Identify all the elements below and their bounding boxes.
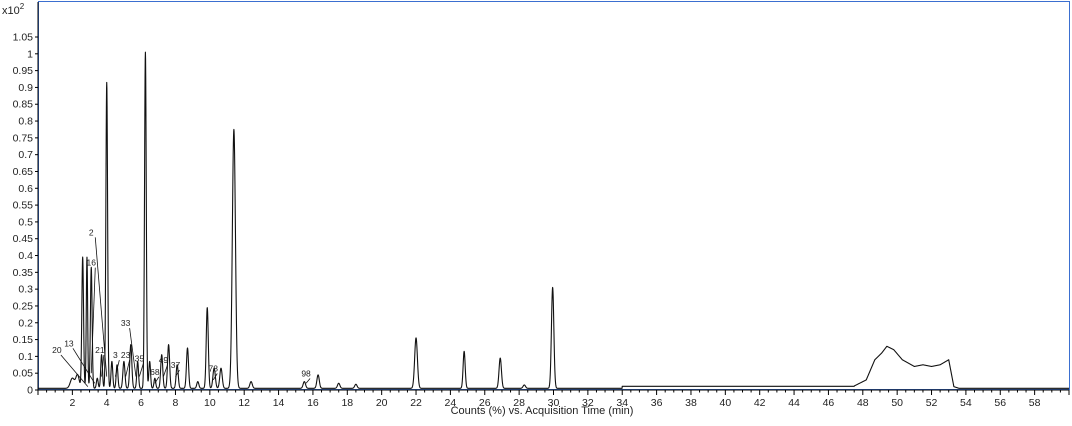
peak-label: 13	[64, 338, 74, 348]
x-tick-label: 40	[719, 397, 731, 409]
y-tick-label: 0.1	[18, 351, 33, 363]
y-tick-label: 0.05	[13, 368, 34, 380]
x-tick-label: 52	[926, 397, 938, 409]
y-tick-label: 1	[27, 48, 33, 60]
y-tick-label: 0.75	[13, 132, 34, 144]
x-tick-label: 42	[754, 397, 766, 409]
peak-label: 21	[95, 345, 105, 355]
y-axis: 0 0.05 0.1 0.15 0.2 0.25 0.3 0.35 0.4 0.45 0.5 0.55…	[13, 2, 39, 397]
x-tick-label: 10	[204, 397, 216, 409]
peak-label: 20	[52, 345, 62, 355]
y-tick-label: 0.55	[13, 200, 34, 212]
peak-label: 49	[159, 355, 169, 365]
x-tick-label: 56	[994, 397, 1006, 409]
x-tick-label: 18	[341, 397, 353, 409]
y-tick-label: 0.15	[13, 334, 34, 346]
x-tick-label: 44	[788, 397, 800, 409]
x-axis-title: Counts (%) vs. Acquisition Time (min)	[451, 405, 634, 417]
peak-label: 37	[171, 360, 181, 370]
peak-label: 33	[121, 318, 131, 328]
y-tick-label: 0.5	[18, 216, 33, 228]
y-tick-label: 0.8	[18, 116, 33, 128]
y-tick-label: 0.7	[18, 149, 33, 161]
y-tick-label: 0.2	[18, 317, 33, 329]
x-tick-label: 36	[651, 397, 663, 409]
x-tick-label: 16	[307, 397, 319, 409]
peak-label-leader	[114, 359, 120, 377]
y-tick-label: 0.45	[13, 233, 34, 245]
chart-svg: 0 0.05 0.1 0.15 0.2 0.25 0.3 0.35 0.4 0.45 0.5 0.55…	[2, 1, 1070, 417]
y-tick-label: 0.6	[18, 183, 33, 195]
y-tick-label: 0	[27, 385, 33, 397]
y-tick-label: 0.85	[13, 99, 34, 111]
y-scale-exponent: 2	[20, 2, 25, 11]
peak-label: 3	[113, 350, 118, 360]
x-tick-label: 12	[238, 397, 250, 409]
x-tick-label: 14	[273, 397, 285, 409]
y-tick-label: 0.3	[18, 284, 33, 296]
peak-label: 2	[89, 227, 94, 237]
peak-label: 98	[301, 369, 311, 379]
y-tick-label: 0.25	[13, 300, 34, 312]
x-tick-label: 22	[410, 397, 422, 409]
y-scale-label: x102	[2, 2, 25, 17]
peak-label-leader	[305, 378, 311, 384]
x-tick-label: 48	[857, 397, 869, 409]
peak-label: 78	[209, 364, 219, 374]
y-tick-label: 1.05	[13, 32, 34, 44]
y-tick-label: 0.35	[13, 267, 34, 279]
y-tick-label: 0.95	[13, 65, 34, 77]
x-tick-label: 2	[69, 397, 75, 409]
x-tick-label: 20	[376, 397, 388, 409]
x-tick-label: 50	[891, 397, 903, 409]
x-tick-label: 58	[1029, 397, 1041, 409]
x-tick-label: 6	[138, 397, 144, 409]
chromatogram-chart: 0 0.05 0.1 0.15 0.2 0.25 0.3 0.35 0.4 0.45 0.5 0.55…	[0, 0, 1072, 421]
peak-label: 16	[87, 258, 97, 268]
chromatogram-trace	[37, 51, 1070, 389]
peak-label: 23	[121, 350, 131, 360]
y-tick-label: 0.4	[18, 250, 33, 262]
x-tick-label: 54	[960, 397, 972, 409]
peak-label: 68	[150, 367, 160, 377]
x-tick-label: 46	[823, 397, 835, 409]
y-tick-label: 0.65	[13, 166, 34, 178]
x-tick-label: 38	[685, 397, 697, 409]
x-tick-label: 4	[104, 397, 110, 409]
x-tick-label: 8	[173, 397, 179, 409]
peak-label: 35	[135, 353, 145, 363]
y-tick-label: 0.9	[18, 82, 33, 94]
